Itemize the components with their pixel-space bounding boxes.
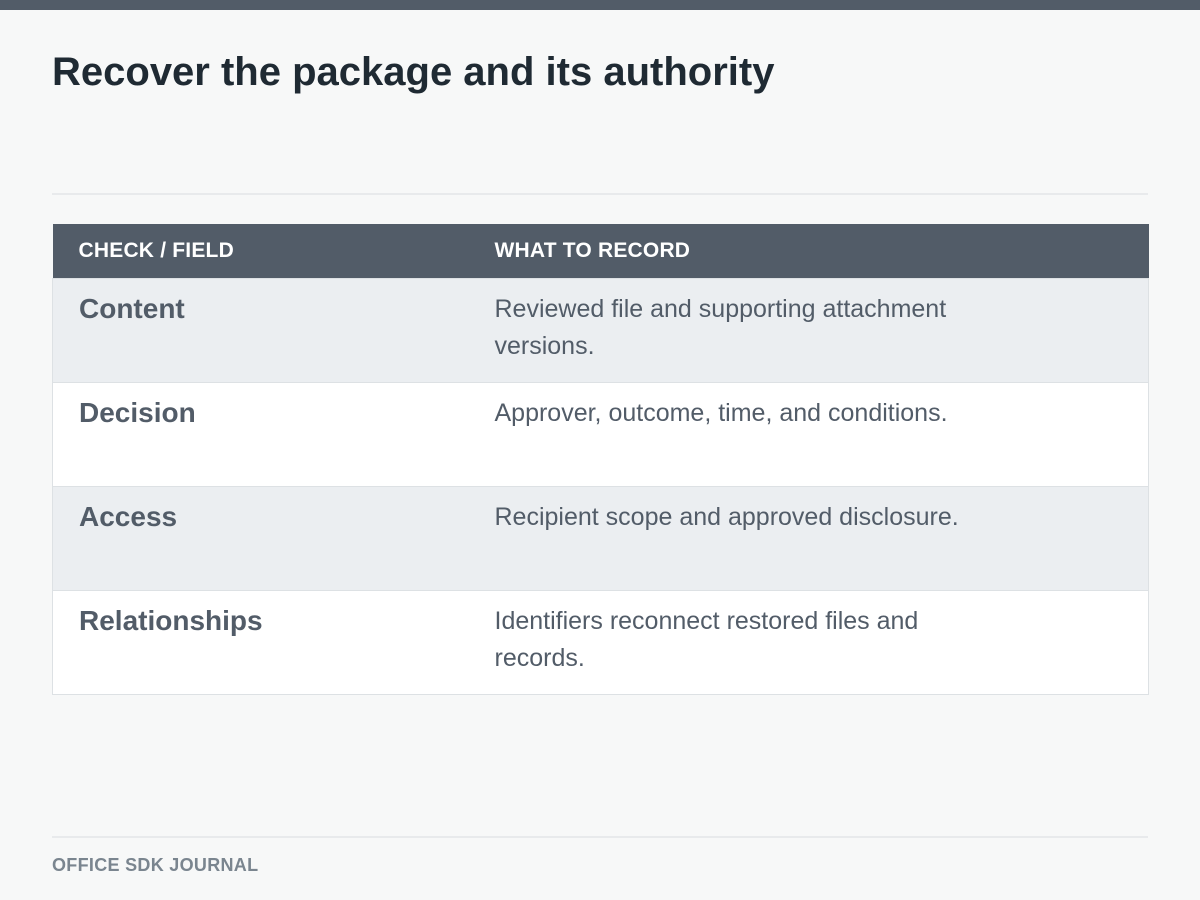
column-header-check-field: CHECK / FIELD [52,224,469,279]
record-cell: Approver, outcome, time, and conditions. [468,382,1149,487]
table-row: Decision Approver, outcome, time, and co… [52,382,1149,487]
page-title: Recover the package and its authority [52,50,775,94]
table-header: CHECK / FIELD WHAT TO RECORD [52,224,1149,279]
record-table: CHECK / FIELD WHAT TO RECORD Content Rev… [52,224,1149,695]
field-cell: Access [52,486,469,591]
footer-publication-name: OFFICE SDK JOURNAL [52,855,259,875]
field-cell: Relationships [52,590,469,695]
table-row: Access Recipient scope and approved disc… [52,486,1149,591]
field-cell: Decision [52,382,469,487]
record-cell: Recipient scope and approved disclosure. [468,486,1149,591]
table-header-row: CHECK / FIELD WHAT TO RECORD [52,224,1149,279]
column-header-what-to-record: WHAT TO RECORD [468,224,1149,279]
top-accent-bar [0,0,1200,10]
field-cell: Content [52,278,469,383]
record-cell: Identifiers reconnect restored files and… [468,590,1149,695]
footer-divider [52,836,1148,838]
title-divider [52,193,1148,195]
record-cell: Reviewed file and supporting attachment … [468,278,1149,383]
table-row: Content Reviewed file and supporting att… [52,278,1149,383]
table-body: Content Reviewed file and supporting att… [52,278,1149,695]
table-row: Relationships Identifiers reconnect rest… [52,590,1149,695]
